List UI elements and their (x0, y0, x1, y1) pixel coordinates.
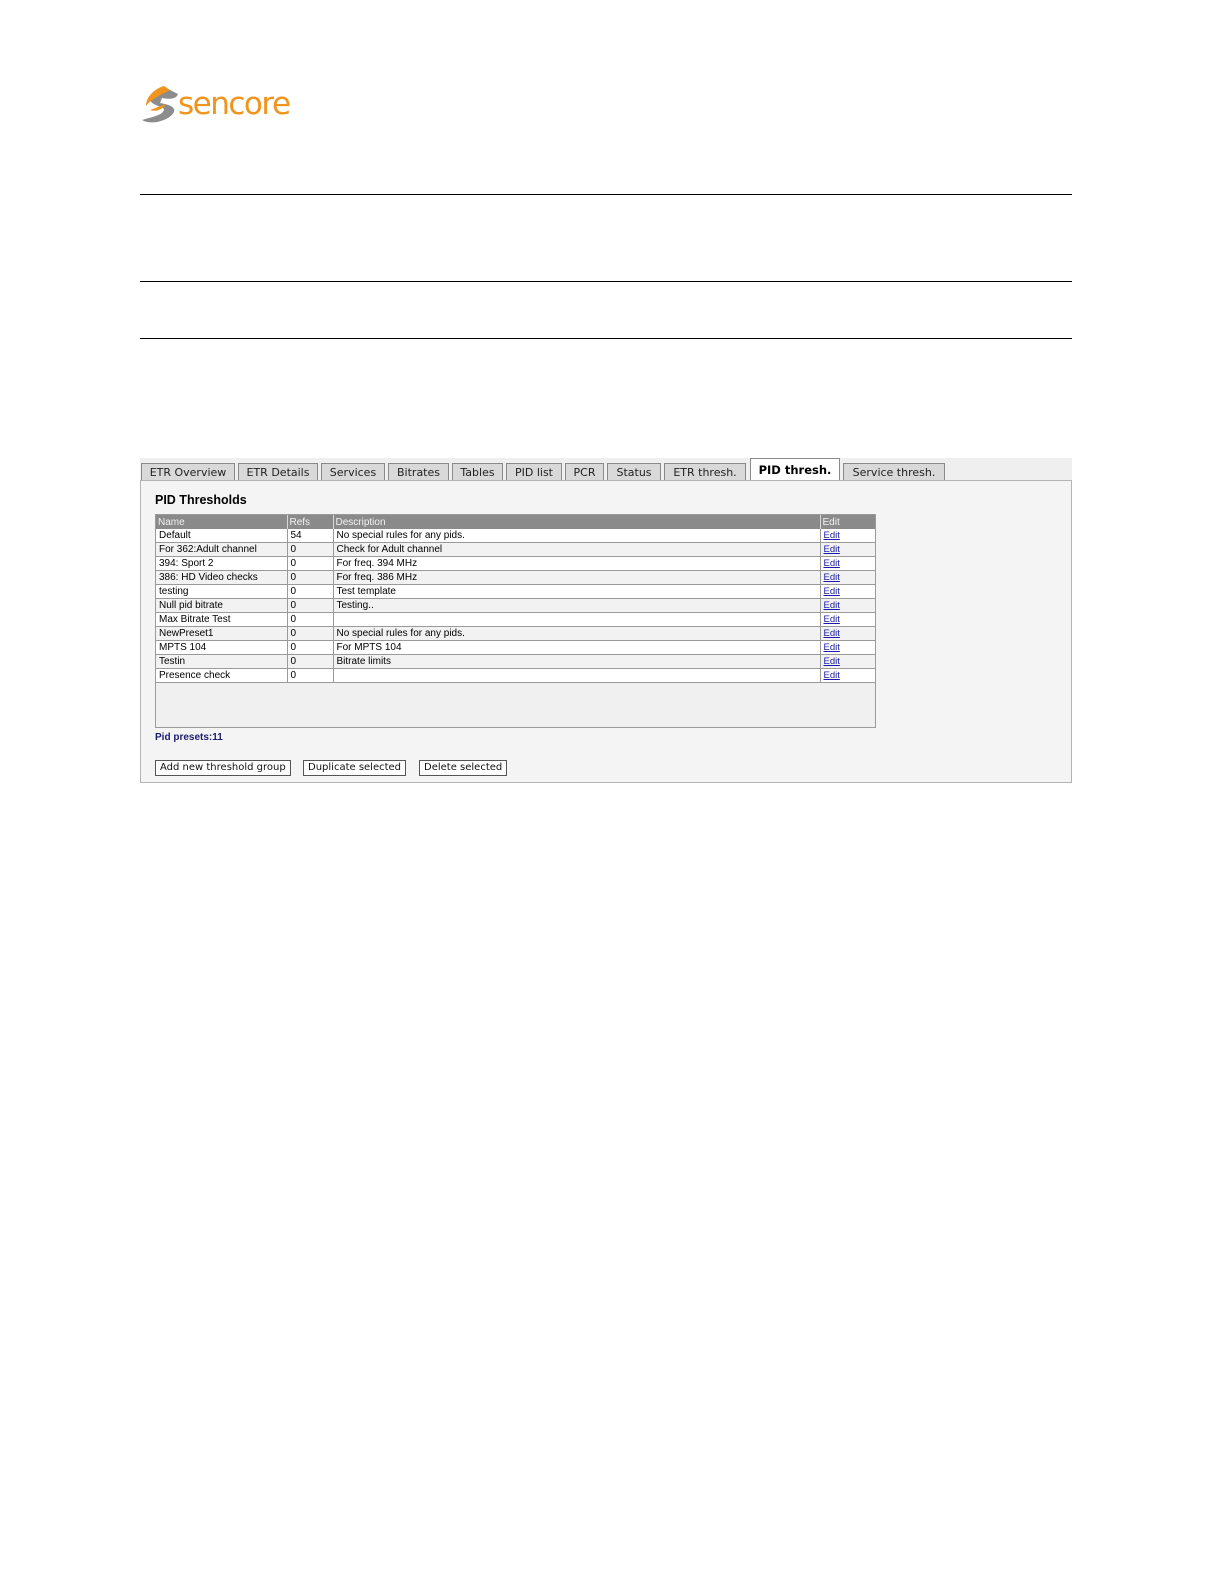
cell-refs: 0 (287, 668, 334, 683)
cell-name: MPTS 104 (156, 640, 288, 655)
table-row[interactable]: testing 0 Test template Edit (156, 584, 875, 599)
cell-edit: Edit (820, 626, 875, 641)
panel-title: PID Thresholds (155, 493, 247, 507)
edit-link[interactable]: Edit (824, 600, 840, 611)
edit-link[interactable]: Edit (824, 544, 840, 555)
cell-name: NewPreset1 (156, 626, 288, 641)
cell-edit: Edit (820, 556, 875, 571)
preset-table: Name Refs Description Edit Default 54 No… (155, 514, 876, 728)
cell-refs: 0 (287, 626, 334, 641)
preset-count: Pid presets:11 (155, 732, 223, 743)
cell-name: Max Bitrate Test (156, 612, 288, 627)
pid-thresholds-panel: PID Thresholds Name Refs Description Edi… (140, 480, 1072, 783)
edit-link[interactable]: Edit (824, 586, 840, 597)
divider (140, 194, 1072, 195)
duplicate-selected-button[interactable]: Duplicate selected (303, 760, 407, 776)
table-row[interactable]: Max Bitrate Test 0 Edit (156, 612, 875, 627)
cell-edit: Edit (820, 529, 875, 543)
cell-refs: 0 (287, 542, 334, 557)
tab-bitrates[interactable]: Bitrates (388, 463, 449, 480)
add-threshold-group-button[interactable]: Add new threshold group (155, 760, 291, 776)
cell-edit: Edit (820, 654, 875, 669)
cell-description: For freq. 386 MHz (333, 570, 821, 585)
edit-link[interactable]: Edit (824, 614, 840, 625)
table-row[interactable]: NewPreset1 0 No special rules for any pi… (156, 626, 875, 641)
cell-edit: Edit (820, 598, 875, 613)
cell-edit: Edit (820, 668, 875, 683)
cell-description: No special rules for any pids. (333, 626, 821, 641)
sencore-mark-icon (142, 86, 178, 123)
cell-refs: 0 (287, 640, 334, 655)
edit-link[interactable]: Edit (824, 572, 840, 583)
tab-pcr[interactable]: PCR (565, 463, 604, 480)
tab-etr-thresh[interactable]: ETR thresh. (664, 463, 746, 480)
cell-refs: 0 (287, 598, 334, 613)
edit-link[interactable]: Edit (824, 656, 840, 667)
cell-refs: 0 (287, 556, 334, 571)
column-header-name[interactable]: Name (156, 515, 288, 529)
cell-edit: Edit (820, 612, 875, 627)
cell-refs: 54 (287, 529, 334, 543)
cell-description (333, 612, 821, 627)
edit-link[interactable]: Edit (824, 670, 840, 681)
cell-name: For 362:Adult channel (156, 542, 288, 557)
edit-link[interactable]: Edit (824, 628, 840, 639)
cell-description: For MPTS 104 (333, 640, 821, 655)
tab-pid-list[interactable]: PID list (506, 463, 562, 480)
pid-thresholds-window: ETR Overview ETR Details Services Bitrat… (140, 458, 1072, 783)
sencore-logo: sencore (140, 84, 300, 128)
cell-description (333, 668, 821, 683)
table-row[interactable]: Default 54 No special rules for any pids… (156, 529, 875, 543)
cell-description: Test template (333, 584, 821, 599)
cell-name: Testin (156, 654, 288, 669)
cell-refs: 0 (287, 584, 334, 599)
edit-link[interactable]: Edit (824, 642, 840, 653)
tab-service-thresh[interactable]: Service thresh. (843, 463, 945, 480)
cell-description: Bitrate limits (333, 654, 821, 669)
table-row[interactable]: 386: HD Video checks 0 For freq. 386 MHz… (156, 570, 875, 585)
divider (140, 338, 1072, 339)
tab-etr-overview[interactable]: ETR Overview (141, 463, 235, 480)
edit-link[interactable]: Edit (824, 530, 840, 541)
cell-refs: 0 (287, 570, 334, 585)
table-row[interactable]: 394: Sport 2 0 For freq. 394 MHz Edit (156, 556, 875, 571)
table-row[interactable]: MPTS 104 0 For MPTS 104 Edit (156, 640, 875, 655)
tab-pid-thresh[interactable]: PID thresh. (750, 458, 840, 481)
table-row[interactable]: For 362:Adult channel 0 Check for Adult … (156, 542, 875, 557)
divider (140, 281, 1072, 282)
cell-edit: Edit (820, 584, 875, 599)
cell-name: Null pid bitrate (156, 598, 288, 613)
column-header-description[interactable]: Description (333, 515, 821, 529)
tab-status[interactable]: Status (607, 463, 661, 480)
cell-edit: Edit (820, 542, 875, 557)
cell-name: testing (156, 584, 288, 599)
column-header-edit[interactable]: Edit (820, 515, 875, 529)
logo-wordmark: sencore (178, 86, 291, 122)
cell-edit: Edit (820, 640, 875, 655)
tab-services[interactable]: Services (321, 463, 385, 480)
table-row[interactable]: Presence check 0 Edit (156, 668, 875, 683)
tab-etr-details[interactable]: ETR Details (238, 463, 318, 480)
table-row[interactable]: Testin 0 Bitrate limits Edit (156, 654, 875, 669)
tab-tables[interactable]: Tables (452, 463, 503, 480)
cell-description: Check for Adult channel (333, 542, 821, 557)
cell-name: 394: Sport 2 (156, 556, 288, 571)
tab-strip: ETR Overview ETR Details Services Bitrat… (140, 458, 1072, 481)
cell-edit: Edit (820, 570, 875, 585)
cell-description: For freq. 394 MHz (333, 556, 821, 571)
cell-refs: 0 (287, 654, 334, 669)
cell-refs: 0 (287, 612, 334, 627)
column-header-refs[interactable]: Refs (287, 515, 334, 529)
edit-link[interactable]: Edit (824, 558, 840, 569)
cell-description: No special rules for any pids. (333, 529, 821, 543)
cell-description: Testing.. (333, 598, 821, 613)
cell-name: Default (156, 529, 288, 543)
delete-selected-button[interactable]: Delete selected (419, 760, 508, 776)
cell-name: Presence check (156, 668, 288, 683)
table-header-row: Name Refs Description Edit (156, 515, 875, 529)
cell-name: 386: HD Video checks (156, 570, 288, 585)
table-row[interactable]: Null pid bitrate 0 Testing.. Edit (156, 598, 875, 613)
